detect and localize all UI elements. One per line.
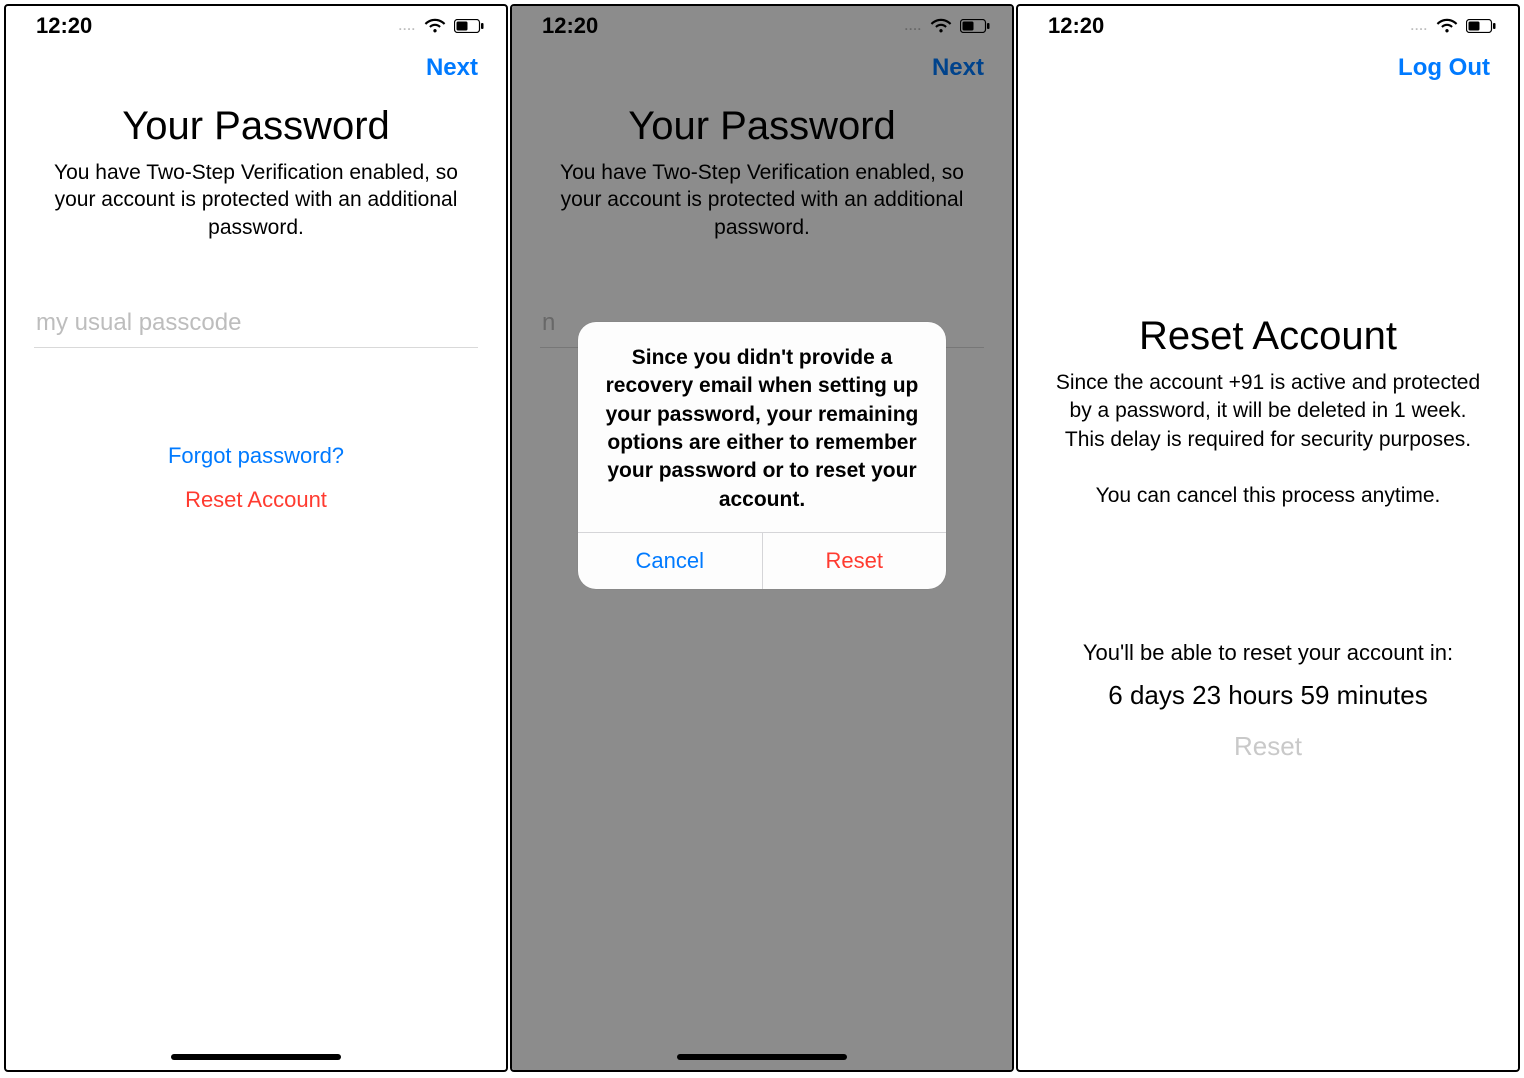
screen-1-your-password: 12:20 .... Next Your Password You have T… (4, 4, 508, 1072)
page-title: Reset Account (1046, 314, 1490, 359)
alert-message: Since you didn't provide a recovery emai… (578, 322, 946, 532)
nav-bar: Log Out (1018, 46, 1518, 90)
battery-icon (454, 19, 484, 33)
status-bar: 12:20 .... (6, 6, 506, 46)
screen-2-reset-alert: 12:20 .... Next Your Password You have T… (510, 4, 1014, 1072)
wifi-icon (424, 18, 446, 34)
screenshot-triptych: 12:20 .... Next Your Password You have T… (0, 0, 1524, 1078)
reset-confirm-alert: Since you didn't provide a recovery emai… (578, 322, 946, 589)
logout-button[interactable]: Log Out (1392, 53, 1496, 83)
countdown-value: 6 days 23 hours 59 minutes (1046, 680, 1490, 711)
countdown-label: You'll be able to reset your account in: (1046, 640, 1490, 666)
password-input[interactable] (34, 301, 478, 348)
page-subtitle: You have Two-Step Verification enabled, … (34, 159, 478, 241)
forgot-password-link[interactable]: Forgot password? (34, 434, 478, 478)
page-title: Your Password (34, 104, 478, 149)
status-time: 12:20 (1048, 13, 1104, 39)
cellular-dots-icon: .... (1411, 19, 1428, 33)
cellular-dots-icon: .... (399, 19, 416, 33)
status-bar: 12:20 .... (1018, 6, 1518, 46)
reset-button-disabled: Reset (1046, 731, 1490, 762)
cancel-note-text: You can cancel this process anytime. (1046, 482, 1490, 510)
battery-icon (1466, 19, 1496, 33)
alert-cancel-button[interactable]: Cancel (578, 533, 763, 589)
screen-3-reset-account: 12:20 .... Log Out Reset Account Since t… (1016, 4, 1520, 1072)
nav-bar: Next (6, 46, 506, 90)
home-indicator[interactable] (171, 1054, 341, 1060)
reset-info-text: Since the account +91 is active and prot… (1046, 369, 1490, 454)
alert-reset-button[interactable]: Reset (763, 533, 947, 589)
reset-account-link[interactable]: Reset Account (34, 478, 478, 522)
next-button[interactable]: Next (420, 53, 484, 83)
wifi-icon (1436, 18, 1458, 34)
status-time: 12:20 (36, 13, 92, 39)
